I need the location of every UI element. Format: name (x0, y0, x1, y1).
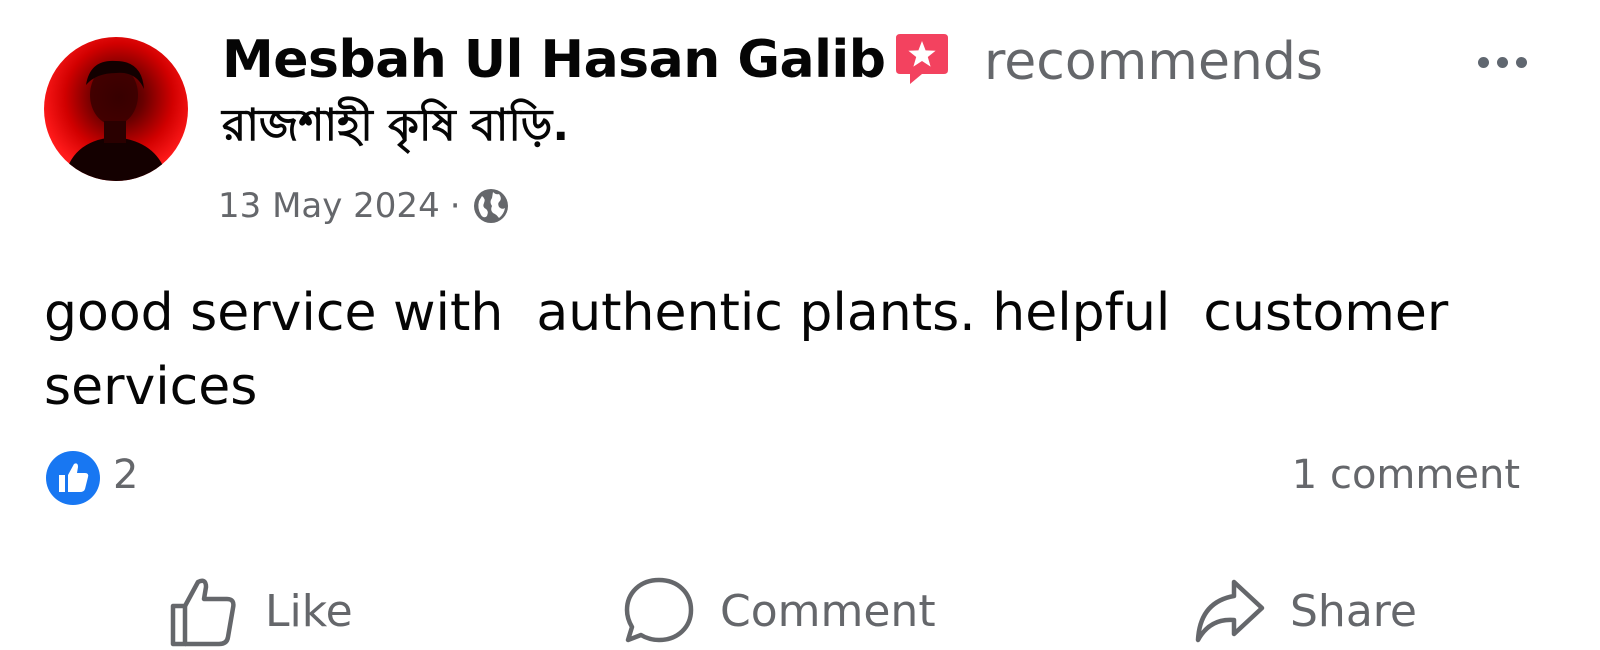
post-meta: 13 May 2024 · (218, 186, 511, 226)
comment-bubble-icon (624, 577, 694, 643)
share-arrow-icon (1195, 579, 1265, 643)
page-name-link[interactable]: রাজশাহী কৃষি বাড়ি. (222, 92, 569, 165)
post-date[interactable]: 13 May 2024 (218, 186, 440, 226)
globe-icon[interactable] (471, 186, 511, 226)
comment-label: Comment (720, 585, 936, 637)
like-reaction-icon[interactable] (44, 449, 102, 507)
post-body-text: good service with authentic plants. help… (44, 283, 1465, 417)
share-label: Share (1290, 585, 1417, 637)
more-dot-icon (1515, 56, 1527, 68)
avatar[interactable] (44, 37, 188, 181)
meta-separator: · (449, 186, 461, 226)
more-dot-icon (1477, 56, 1489, 68)
profile-photo (64, 60, 168, 181)
reaction-count[interactable]: 2 (113, 452, 138, 498)
recommendation-badge-icon (896, 34, 948, 84)
comment-button[interactable]: Comment (620, 572, 936, 650)
more-dot-icon (1496, 56, 1508, 68)
recommends-label: recommends (984, 32, 1323, 92)
thumbs-up-icon (170, 578, 236, 647)
author-name[interactable]: Mesbah Ul Hasan Galib (222, 30, 886, 90)
share-button[interactable]: Share (1190, 572, 1417, 650)
comments-count-link[interactable]: 1 comment (1292, 452, 1520, 498)
like-button[interactable]: Like (165, 572, 353, 650)
like-label: Like (265, 585, 353, 637)
more-options-button[interactable] (1462, 42, 1542, 82)
